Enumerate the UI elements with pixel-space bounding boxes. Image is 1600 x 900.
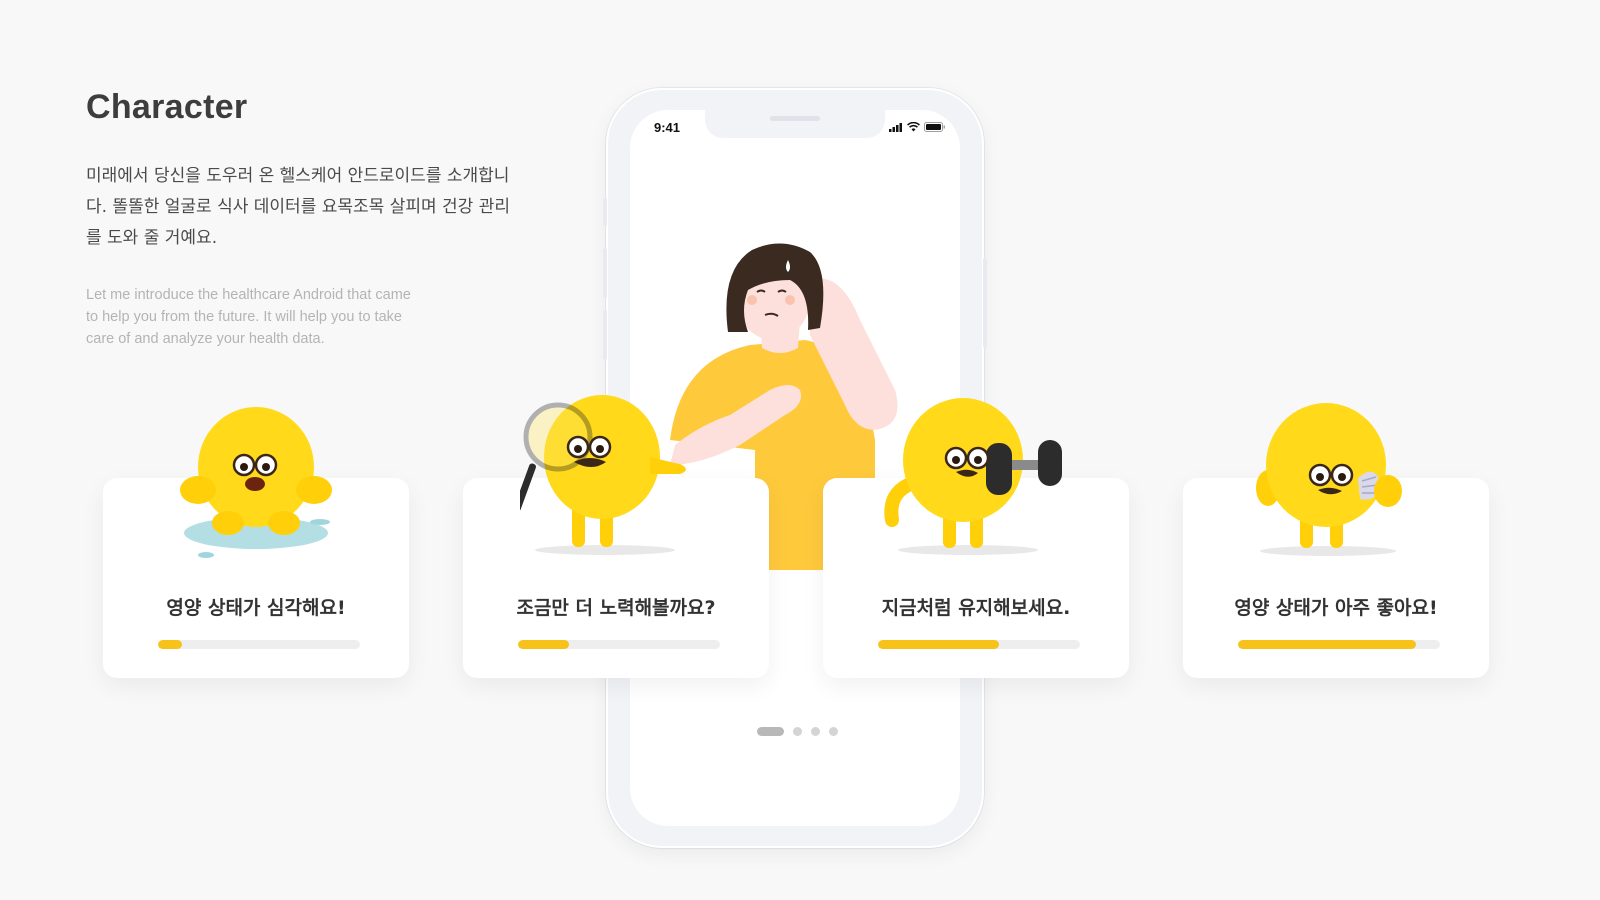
phone-mute-button: [603, 198, 607, 226]
phone-volume-up-button: [603, 248, 607, 298]
status-card-label: 조금만 더 노력해볼까요?: [516, 597, 716, 619]
intro-section: Character 미래에서 당신을 도우러 온 헬스케어 안드로이드를 소개합…: [86, 88, 516, 350]
dumbbell-character-icon: [884, 398, 1062, 555]
battery-icon: [924, 122, 945, 132]
pager-dot-1[interactable]: [757, 727, 784, 736]
status-card-label: 지금처럼 유지해보세요.: [881, 597, 1071, 619]
progress-bar-fill: [878, 640, 1000, 649]
description-english: Let me introduce the healthcare Android …: [86, 287, 411, 347]
status-card-label: 영양 상태가 심각해요!: [166, 597, 346, 619]
description-korean: 미래에서 당신을 도우러 온 헬스케어 안드로이드를 소개합니다. 똘똘한 얼굴…: [86, 166, 510, 248]
status-time: 9:41: [654, 120, 681, 135]
phone-volume-down-button: [603, 310, 607, 360]
progress-bar-fill: [1238, 640, 1416, 649]
pager-dot-4[interactable]: [829, 727, 838, 736]
pager-dot-3[interactable]: [811, 727, 820, 736]
wifi-icon: [907, 122, 920, 132]
shell-character-icon: [1256, 403, 1402, 556]
phone-notch: [705, 110, 885, 138]
page-title: Character: [86, 88, 248, 126]
pager-dots: [757, 727, 838, 736]
progress-bar-fill: [158, 640, 183, 649]
status-icons: [889, 122, 946, 132]
progress-bar: [158, 640, 360, 649]
magnifier-character-icon: [520, 395, 686, 555]
progress-bar: [1238, 640, 1440, 649]
progress-bar: [518, 640, 720, 649]
signal-icon: [889, 122, 902, 132]
phone-power-button: [983, 258, 987, 348]
progress-bar: [878, 640, 1080, 649]
pager-dot-2[interactable]: [793, 727, 802, 736]
puddle-character-icon: [180, 407, 332, 558]
phone-speaker: [770, 116, 820, 121]
progress-bar-fill: [518, 640, 569, 649]
status-card-label: 영양 상태가 아주 좋아요!: [1234, 597, 1438, 619]
